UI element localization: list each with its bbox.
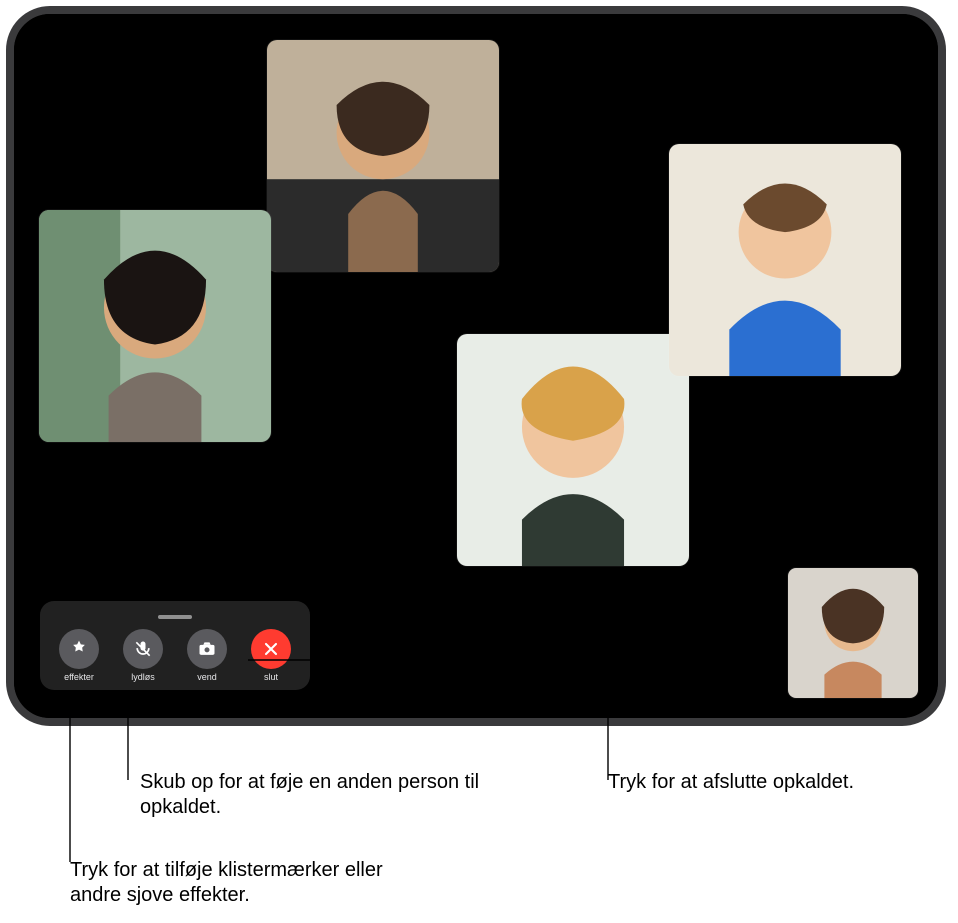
callout-add-person: Skub op for at føje en anden person til … xyxy=(140,770,480,820)
mute-button[interactable]: lydløs xyxy=(119,629,167,682)
participant-avatar xyxy=(39,210,271,442)
controls-row: effekter lydløs xyxy=(55,629,295,682)
mute-label: lydløs xyxy=(131,673,155,682)
end-label: slut xyxy=(264,673,278,682)
callout-end-call: Tryk for at afslutte opkaldet. xyxy=(608,770,854,795)
star-swirl-icon xyxy=(69,639,89,659)
callout-effects: Tryk for at tilføje klistermærker eller … xyxy=(70,858,410,908)
mic-slash-icon xyxy=(133,639,153,659)
participant-avatar xyxy=(457,334,689,566)
drag-handle[interactable] xyxy=(158,615,192,619)
flip-label: vend xyxy=(197,673,217,682)
self-view-tile[interactable] xyxy=(788,568,918,698)
self-avatar xyxy=(788,568,918,698)
flip-camera-button[interactable]: vend xyxy=(183,629,231,682)
call-controls-panel[interactable]: effekter lydløs xyxy=(40,601,310,690)
participant-tile[interactable] xyxy=(39,210,271,442)
camera-flip-icon xyxy=(197,639,217,659)
participant-avatar xyxy=(267,40,499,272)
participant-avatar xyxy=(669,144,901,376)
participant-tile[interactable] xyxy=(669,144,901,376)
end-call-button[interactable]: slut xyxy=(247,629,295,682)
participant-tile[interactable] xyxy=(267,40,499,272)
facetime-screen: effekter lydløs xyxy=(14,14,938,718)
effects-button[interactable]: effekter xyxy=(55,629,103,682)
ipad-frame: effekter lydløs xyxy=(6,6,946,726)
x-icon xyxy=(261,639,281,659)
participant-tile[interactable] xyxy=(457,334,689,566)
effects-label: effekter xyxy=(64,673,94,682)
